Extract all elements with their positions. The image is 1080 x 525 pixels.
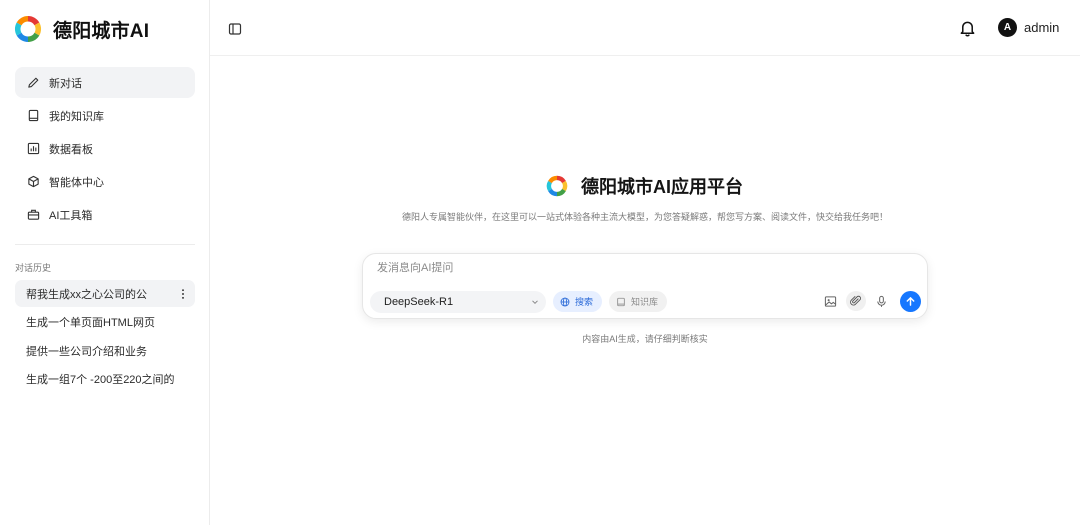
- sidebar-divider: [15, 244, 195, 245]
- top-bar: A admin: [210, 0, 1080, 56]
- sidebar-toggle-icon[interactable]: [228, 22, 242, 36]
- history-item-label: 帮我生成xx之心公司的公: [26, 288, 147, 301]
- web-search-label: 搜索: [575, 297, 594, 307]
- history-item-label: 生成一组7个 -200至220之间的: [26, 374, 175, 387]
- history-list: 帮我生成xx之心公司的公 生成一个单页面HTML网页 提供一些公司介绍和业务 生…: [15, 280, 195, 394]
- app-window: 德阳城市AI 新对话 我的知识库 数据看板 智能体中心 AI工具箱 对话历史 帮…: [0, 0, 1080, 525]
- history-item[interactable]: 帮我生成xx之心公司的公: [15, 280, 195, 307]
- avatar: A: [998, 18, 1017, 37]
- page-title: 德阳城市AI应用平台: [581, 177, 743, 197]
- image-upload-icon[interactable]: [823, 294, 837, 308]
- sidebar-item-new-chat[interactable]: 新对话: [15, 67, 195, 98]
- brand-name: 德阳城市AI: [53, 20, 150, 42]
- globe-icon: [560, 297, 570, 306]
- more-options-icon[interactable]: [177, 287, 189, 301]
- history-item[interactable]: 生成一个单页面HTML网页: [15, 309, 195, 336]
- ai-disclaimer: 内容由AI生成，请仔细判断核实: [582, 334, 708, 344]
- page-subtitle: 德阳人专属智能伙伴，在这里可以一站式体验各种主流大模型，为您答疑解惑，帮您写方案…: [401, 212, 888, 222]
- sidebar-item-dashboard[interactable]: 数据看板: [15, 133, 195, 164]
- paperclip-icon[interactable]: [846, 291, 866, 311]
- sidebar-item-label: AI工具箱: [49, 209, 93, 222]
- sidebar-item-label: 智能体中心: [49, 176, 104, 189]
- pencil-icon: [27, 76, 40, 89]
- sidebar-item-knowledge-base[interactable]: 我的知识库: [15, 100, 195, 131]
- chat-composer: DeepSeek-R1 搜索 知识库: [362, 253, 928, 319]
- knowledge-base-toggle[interactable]: 知识库: [609, 291, 668, 312]
- history-title: 对话历史: [15, 263, 52, 273]
- book-icon: [27, 109, 40, 122]
- send-button[interactable]: [900, 291, 921, 312]
- toolbox-icon: [27, 208, 40, 221]
- sidebar: 德阳城市AI 新对话 我的知识库 数据看板 智能体中心 AI工具箱 对话历史 帮…: [0, 0, 210, 525]
- book-icon: [617, 297, 625, 306]
- model-select[interactable]: DeepSeek-R1: [370, 291, 546, 313]
- arrow-up-icon: [906, 297, 915, 306]
- model-select-value: DeepSeek-R1: [384, 296, 454, 308]
- bar-chart-icon: [27, 142, 40, 155]
- hero: 德阳城市AI应用平台: [546, 173, 743, 199]
- web-search-toggle[interactable]: 搜索: [553, 291, 603, 312]
- bell-icon[interactable]: [959, 19, 976, 37]
- history-item-label: 生成一个单页面HTML网页: [26, 317, 155, 330]
- sidebar-item-label: 数据看板: [49, 143, 93, 156]
- history-item[interactable]: 提供一些公司介绍和业务: [15, 337, 195, 364]
- microphone-icon[interactable]: [874, 294, 888, 308]
- sidebar-item-label: 新对话: [49, 77, 82, 90]
- sun-logo-icon: [546, 175, 568, 197]
- brand[interactable]: 德阳城市AI: [14, 14, 149, 44]
- sidebar-item-agent-center[interactable]: 智能体中心: [15, 166, 195, 197]
- username: admin: [1024, 20, 1060, 35]
- sun-logo-icon: [14, 15, 42, 43]
- sidebar-item-ai-toolbox[interactable]: AI工具箱: [15, 199, 195, 230]
- chat-input[interactable]: [377, 262, 897, 274]
- history-item-label: 提供一些公司介绍和业务: [26, 345, 147, 358]
- user-menu[interactable]: A admin: [998, 18, 1059, 37]
- cube-icon: [27, 175, 40, 188]
- sidebar-nav: 新对话 我的知识库 数据看板 智能体中心 AI工具箱: [15, 67, 195, 232]
- sidebar-item-label: 我的知识库: [49, 110, 104, 123]
- knowledge-base-label: 知识库: [631, 297, 659, 307]
- chevron-down-icon: [530, 297, 540, 307]
- history-item[interactable]: 生成一组7个 -200至220之间的: [15, 366, 195, 393]
